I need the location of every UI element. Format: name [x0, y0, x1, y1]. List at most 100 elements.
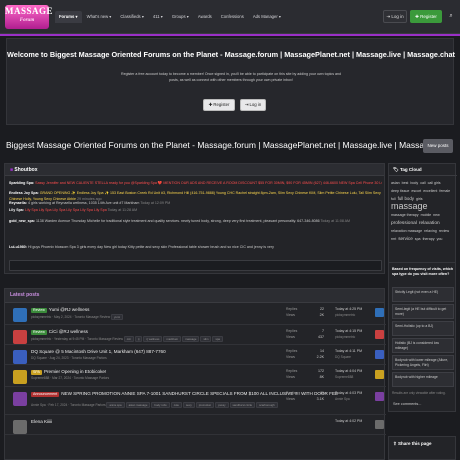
shoutbox-input[interactable] [9, 260, 382, 271]
thread-tag[interactable]: rj [134, 336, 143, 342]
thread-row[interactable]: Review CiCi @RJ wellness picksymmetric · Y… [5, 325, 386, 345]
tag-cloud-item[interactable]: asian [391, 180, 400, 187]
tag-cloud-item[interactable]: relaxation massage [391, 228, 422, 235]
avatar[interactable] [13, 350, 27, 364]
nav-classifieds[interactable]: Classifieds ▾ [116, 11, 148, 23]
shout-user[interactable]: Endless Joy Spa: [9, 191, 39, 195]
tag-cloud-item[interactable]: rmt [391, 236, 396, 243]
tag-cloud-item[interactable]: escort [411, 188, 421, 195]
tag-cloud-item[interactable]: relaxation [419, 220, 440, 227]
last-post-time[interactable]: Today at 4:04 PM [335, 369, 362, 373]
last-post-time[interactable]: Today at 4:11 PM [335, 349, 362, 353]
last-post-time[interactable]: Today at 4:02 PM [335, 419, 362, 423]
tag-cloud-item[interactable]: call [420, 180, 425, 187]
nav-whats-new[interactable]: What's new ▾ [83, 11, 116, 23]
welcome-login-button[interactable]: ⇥ Log in [240, 99, 266, 111]
thread-tag[interactable]: cute [170, 402, 182, 408]
thread-title[interactable]: DQ Square @ 5 Macintosh Drive Unit 1, Ma… [31, 349, 166, 354]
site-logo[interactable]: MASSAGE Forum [5, 5, 53, 29]
header-register-button[interactable]: ✚ Register [410, 10, 442, 23]
last-post-time[interactable]: Today at 4:25 PM [335, 307, 362, 311]
thread-tag[interactable]: rj wellness [143, 336, 163, 342]
last-poster-avatar[interactable] [375, 392, 384, 401]
avatar[interactable] [13, 330, 27, 344]
tag-cloud-item[interactable]: professional [391, 220, 417, 227]
tag-cloud-item[interactable]: deep tissue [391, 188, 409, 195]
thread-tag[interactable]: asian massage [125, 402, 151, 408]
tag-cloud-item[interactable]: mobile [421, 212, 432, 219]
poll-option[interactable]: Bodyrub with higher mileage [392, 372, 454, 387]
tag-cloud-item[interactable]: female [439, 188, 450, 195]
thread-tag[interactable]: promotion [195, 402, 215, 408]
last-post-user[interactable]: Annie Spa [335, 397, 350, 401]
last-post-user[interactable]: Supreme888 [335, 375, 353, 379]
poll-option[interactable]: Strictly Legit (not even a HE) [392, 287, 454, 302]
poll-option[interactable]: Holistic (BJ is considered low mileage) [392, 338, 454, 353]
avatar[interactable] [13, 308, 27, 322]
tag-cloud-item[interactable]: massage therapy [391, 212, 419, 219]
thread-tag[interactable]: yumi [111, 314, 123, 320]
thread-tag[interactable]: scarborough [256, 402, 278, 408]
last-poster-avatar[interactable] [375, 330, 384, 339]
last-poster-avatar[interactable] [375, 308, 384, 317]
tag-cloud-item[interactable]: therapy [423, 236, 435, 243]
nav-forums[interactable]: Forums ▾ [55, 11, 82, 23]
tag-cloud-item[interactable]: new [433, 212, 440, 219]
last-poster-avatar[interactable] [375, 350, 384, 359]
thread-tag[interactable]: spa [212, 336, 223, 342]
header-login-button[interactable]: ⇥ Log in [383, 10, 407, 23]
shout-user[interactable]: Lily Spa: [9, 208, 24, 212]
thread-row[interactable]: Announcement NEW SPRING PROMOTION ANNIE S… [5, 387, 386, 415]
thread-row[interactable]: DQ Square @ 5 Macintosh Drive Unit 1, Ma… [5, 345, 386, 365]
welcome-register-button[interactable]: ✚ Register [203, 99, 235, 111]
tag-cloud-item[interactable]: call girls [428, 180, 441, 187]
poll-comments-link[interactable]: See comments... [393, 402, 422, 406]
poll-option[interactable]: Semi-Holistic (up to a BJ) [392, 321, 454, 336]
thread-tag[interactable]: sandhurst circle [229, 402, 256, 408]
last-post-time[interactable]: Today at 4:15 PM [335, 329, 362, 333]
tag-cloud-item[interactable]: service [398, 235, 413, 242]
shout-user[interactable]: Sparkling Spa: [9, 181, 34, 185]
nav-ads-manager[interactable]: Ads Manager ▾ [249, 11, 285, 23]
thread-title[interactable]: SPA Premier Opening in Etobicoke! [31, 369, 106, 375]
poll-option[interactable]: Semi-legit (a HE but difficult to get mo… [392, 304, 454, 319]
tag-cloud-item[interactable]: excellent [423, 188, 437, 195]
last-post-user[interactable]: picksymmetric [335, 335, 355, 339]
shout-user[interactable]: LuLu1980: [9, 245, 27, 249]
avatar[interactable] [13, 420, 27, 434]
thread-row[interactable]: Review Yumi @RJ wellness picksymmetric · M… [5, 303, 386, 325]
thread-title[interactable]: Elena Kiiiii [31, 419, 52, 424]
tag-cloud-item[interactable]: spa [415, 236, 421, 243]
thread-tag[interactable]: markham [163, 336, 182, 342]
nav-groups[interactable]: Groups ▾ [168, 11, 193, 23]
shout-user[interactable]: gold_new_spa: [9, 219, 35, 223]
last-poster-avatar[interactable] [375, 370, 384, 379]
last-post-time[interactable]: Today at 4:03 PM [335, 391, 362, 395]
poll-option[interactable]: Bodyrub with lower mileage (Allure, Pick… [392, 355, 454, 370]
last-poster-avatar[interactable] [375, 420, 384, 429]
last-post-user[interactable]: picksymmetric [335, 313, 355, 317]
thread-tag[interactable]: massage [182, 336, 200, 342]
tag-cloud-item[interactable]: body [410, 180, 418, 187]
tag-cloud-item[interactable]: you [437, 236, 443, 243]
avatar[interactable] [13, 370, 27, 384]
avatar[interactable] [13, 392, 27, 406]
nav-awards[interactable]: Awards [194, 11, 216, 23]
tag-cloud-item[interactable]: massage [391, 202, 428, 211]
thread-title[interactable]: Review Yumi @RJ wellness [31, 307, 89, 313]
nav-confessions[interactable]: Confessions [217, 11, 248, 23]
thread-tag[interactable]: body rubs [151, 402, 170, 408]
thread-row[interactable]: SPA Premier Opening in Etobicoke! Supreme8… [5, 365, 386, 387]
thread-tag[interactable]: annie spa [106, 402, 125, 408]
thread-tag[interactable]: pussy [215, 402, 229, 408]
tag-cloud-item[interactable]: best [402, 180, 409, 187]
search-icon[interactable]: ⌕ [446, 10, 456, 23]
tag-cloud-item[interactable]: relaxing [424, 228, 437, 235]
last-post-user[interactable]: DQ Square [335, 355, 351, 359]
thread-tag[interactable]: sexy [182, 402, 195, 408]
new-posts-button[interactable]: New posts [423, 139, 453, 153]
shout-user[interactable]: Reynaella: [9, 201, 27, 205]
thread-row[interactable]: Elena Kiiiii Today at 4:02 PM [5, 415, 386, 435]
tag-cloud-item[interactable]: review [439, 228, 449, 235]
thread-tag[interactable]: cici [123, 336, 134, 342]
